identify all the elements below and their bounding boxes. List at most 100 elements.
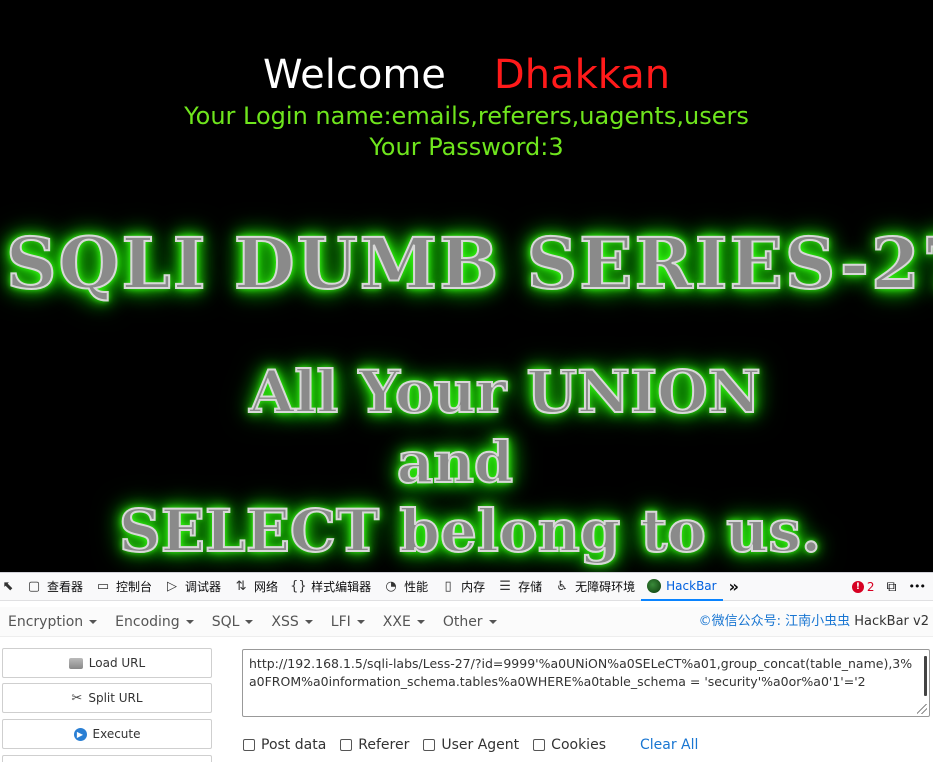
tab-performance[interactable]: ◔ 性能: [377, 573, 434, 601]
tab-label: 查看器: [47, 580, 84, 594]
credit-text: ©微信公众号: 江南小虫虫: [698, 614, 851, 629]
tab-label: 性能: [404, 580, 429, 594]
tab-debugger[interactable]: ▷ 调试器: [158, 573, 227, 601]
devtools-right-controls: ! 2 ⧉ •••: [851, 579, 933, 595]
option-label: User Agent: [441, 737, 520, 753]
style-editor-icon: {}: [290, 579, 307, 594]
option-user-agent[interactable]: User Agent: [423, 737, 519, 753]
load-url-button[interactable]: Load URL: [2, 648, 212, 678]
login-name-line: Your Login name:emails,referers,uagents,…: [184, 102, 749, 130]
pointer-icon: ⬉: [2, 579, 14, 594]
tab-label: 内存: [461, 580, 486, 594]
banner-line-select: SELECT belong to us.: [118, 496, 822, 566]
checkbox[interactable]: [423, 739, 436, 751]
split-url-button[interactable]: ✂ Split URL: [2, 683, 212, 713]
url-scrollbar[interactable]: [924, 656, 927, 696]
menu-other[interactable]: Other: [443, 614, 497, 630]
caret-down-icon: [304, 619, 313, 624]
chevron-double-right-icon: »: [728, 577, 739, 596]
menu-sql[interactable]: SQL: [212, 614, 254, 630]
performance-icon: ◔: [385, 579, 397, 594]
memory-icon: ▯: [444, 579, 452, 594]
welcome-heading: Welcome Dhakkan: [0, 50, 933, 100]
clear-all-link[interactable]: Clear All: [640, 737, 698, 753]
menu-lfi[interactable]: LFI: [331, 614, 365, 630]
caret-down-icon: [356, 619, 365, 624]
checkbox[interactable]: [243, 739, 255, 751]
button-label: Execute: [92, 727, 141, 741]
caret-down-icon: [488, 619, 497, 624]
caret-down-icon: [89, 619, 98, 624]
option-referer[interactable]: Referer: [340, 737, 409, 753]
tab-label: 无障碍环境: [575, 580, 636, 594]
option-label: Referer: [358, 737, 410, 753]
dock-icon[interactable]: ⧉: [887, 579, 897, 595]
element-picker-button[interactable]: ⬉: [0, 573, 20, 601]
menu-label: Other: [442, 613, 483, 630]
welcome-text: Welcome: [262, 52, 446, 98]
more-options-icon[interactable]: •••: [909, 580, 926, 593]
storage-icon: ☰: [499, 579, 511, 594]
hackbar-icon: [647, 578, 662, 593]
scissors-icon: ✂: [71, 690, 83, 706]
caret-down-icon: [185, 619, 194, 624]
option-post-data[interactable]: Post data: [243, 737, 326, 753]
menu-label: SQL: [211, 613, 240, 630]
hackbar-menu-bar: Encryption Encoding SQL XSS LFI XXE Othe…: [0, 607, 933, 637]
tab-label: 网络: [254, 580, 279, 594]
option-label: Post data: [261, 737, 327, 753]
option-label: Cookies: [551, 737, 606, 753]
tabs-overflow-button[interactable]: »: [723, 573, 745, 601]
option-cookies[interactable]: Cookies: [533, 737, 606, 753]
url-textarea[interactable]: http://192.168.1.5/sqli-labs/Less-27/?id…: [242, 649, 930, 717]
execute-button[interactable]: ▶ Execute: [2, 719, 212, 749]
tab-accessibility[interactable]: ♿ 无障碍环境: [548, 573, 641, 601]
checkbox[interactable]: [340, 739, 353, 751]
password-line: Your Password:3: [369, 133, 564, 161]
tab-label: 控制台: [116, 580, 153, 594]
user-name: Dhakkan: [493, 52, 671, 98]
menu-encoding[interactable]: Encoding: [115, 614, 194, 630]
inspector-icon: ▢: [27, 579, 41, 594]
tab-memory[interactable]: ▯ 内存: [434, 573, 491, 601]
tab-label: 调试器: [185, 580, 222, 594]
tab-console[interactable]: ▭ 控制台: [89, 573, 158, 601]
menu-label: Encryption: [8, 613, 84, 630]
play-icon: ▶: [73, 727, 87, 741]
tab-label: HackBar: [666, 578, 717, 593]
button-label: Load URL: [88, 656, 146, 670]
tab-style-editor[interactable]: {} 样式编辑器: [284, 573, 377, 601]
error-icon: !: [851, 580, 864, 593]
menu-label: Encoding: [115, 613, 180, 630]
caret-down-icon: [416, 619, 425, 624]
button-label: Split URL: [88, 691, 143, 705]
url-value: http://192.168.1.5/sqli-labs/Less-27/?id…: [249, 656, 913, 689]
console-icon: ▭: [96, 579, 110, 594]
menu-encryption[interactable]: Encryption: [8, 613, 98, 630]
hackbar-options: Post data Referer User Agent Cookies Cle…: [243, 735, 698, 755]
caret-down-icon: [245, 619, 254, 624]
tab-inspector[interactable]: ▢ 查看器: [20, 573, 89, 601]
resize-grip-icon[interactable]: [917, 704, 927, 714]
extra-button[interactable]: [2, 755, 212, 762]
tab-storage[interactable]: ☰ 存储: [491, 573, 548, 601]
menu-label: XXE: [382, 613, 411, 630]
hackbar-panel: Encryption Encoding SQL XSS LFI XXE Othe…: [0, 601, 933, 762]
menu-label: LFI: [330, 613, 351, 630]
banner-title: SQLI DUMB SERIES-27: [5, 221, 933, 306]
tab-network[interactable]: ⇅ 网络: [227, 573, 284, 601]
tab-label: 存储: [518, 580, 543, 594]
tab-hackbar[interactable]: HackBar: [641, 573, 723, 601]
debugger-icon: ▷: [167, 579, 178, 594]
tab-label: 样式编辑器: [311, 580, 372, 594]
error-count: 2: [866, 579, 875, 594]
hackbar-credit: ©微信公众号: 江南小虫虫 HackBar v2: [699, 607, 929, 637]
error-count-badge[interactable]: ! 2: [851, 579, 875, 594]
network-icon: ⇅: [235, 579, 247, 594]
load-icon: [68, 657, 83, 669]
menu-xxe[interactable]: XXE: [383, 614, 425, 630]
menu-label: XSS: [271, 613, 299, 630]
menu-xss[interactable]: XSS: [271, 613, 313, 630]
checkbox[interactable]: [533, 739, 546, 751]
sqli-page: Welcome Dhakkan Your Login name:emails,re…: [0, 0, 933, 572]
